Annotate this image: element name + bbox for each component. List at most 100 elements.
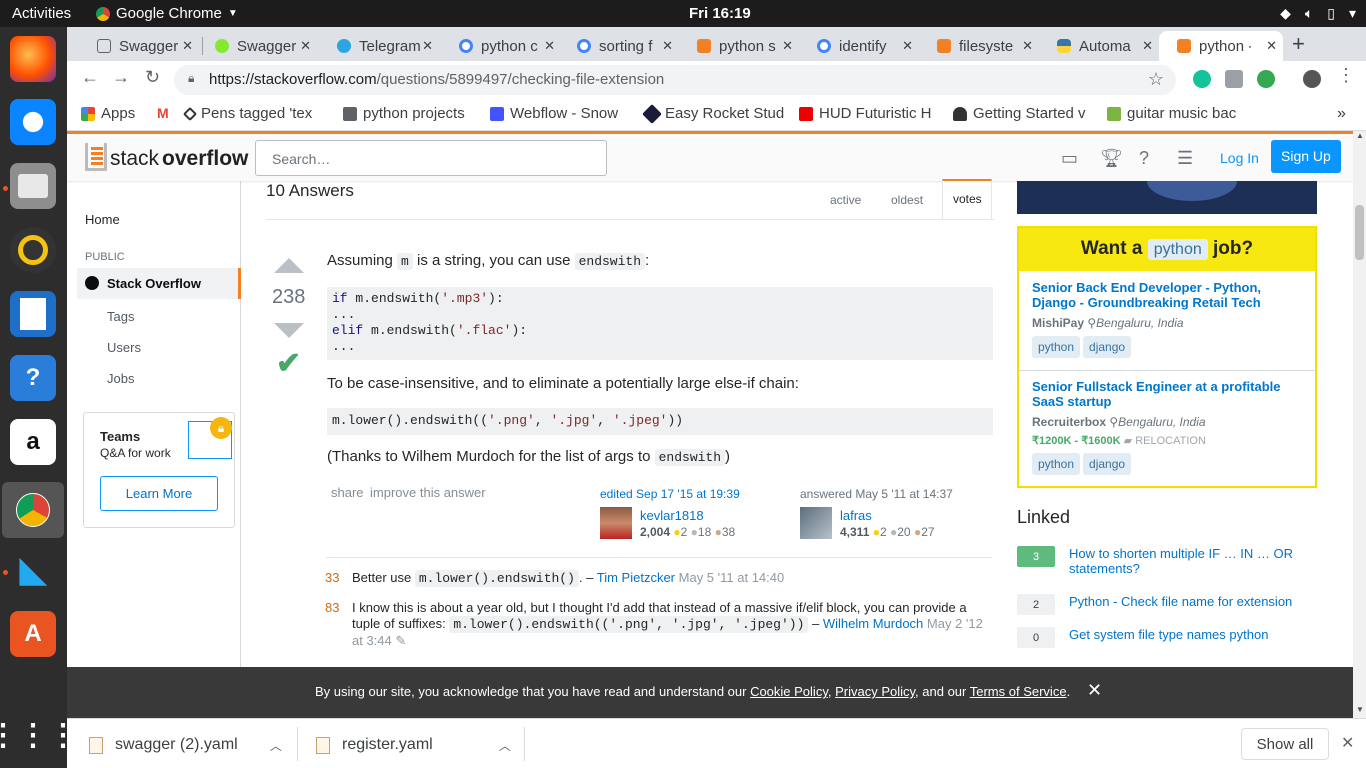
bookmark-python-projects[interactable]: python projects (343, 105, 465, 122)
login-button[interactable]: Log In (1210, 142, 1269, 174)
job-title[interactable]: Senior Fullstack Engineer at a profitabl… (1032, 379, 1302, 409)
tab[interactable]: Telegram ✕ (319, 31, 439, 61)
firefox-icon[interactable] (10, 36, 56, 82)
show-apps-icon[interactable]: ⋮⋮⋮ (0, 712, 78, 758)
sort-tab-votes[interactable]: votes (942, 179, 992, 219)
page-scrollbar[interactable]: ▲ ▼ (1353, 131, 1366, 718)
help-icon[interactable]: ? (10, 355, 56, 401)
linked-title[interactable]: How to shorten multiple IF … IN … OR sta… (1069, 546, 1309, 576)
site-switcher-icon[interactable]: ☰ (1177, 148, 1193, 169)
job-title[interactable]: Senior Back End Developer - Python, Djan… (1032, 280, 1302, 310)
avatar[interactable] (600, 507, 632, 539)
linked-title[interactable]: Python - Check file name for extension (1069, 594, 1292, 615)
improve-answer-link[interactable]: improve this answer (370, 485, 486, 500)
jobs-lang-tag[interactable]: python (1147, 239, 1208, 260)
tab[interactable]: python c ✕ (441, 31, 561, 61)
signup-button[interactable]: Sign Up (1271, 140, 1341, 173)
chrome-dock-icon[interactable] (2, 482, 64, 538)
tab[interactable]: Automa ✕ (1039, 31, 1159, 61)
nav-home[interactable]: Home (85, 212, 120, 227)
bookmark-rocket[interactable]: Easy Rocket Stud (642, 103, 784, 124)
avatar[interactable] (1303, 70, 1321, 88)
writer-icon[interactable] (10, 291, 56, 337)
files-icon[interactable] (10, 163, 56, 209)
vscode-icon[interactable]: ◣ (10, 547, 56, 593)
comment-user[interactable]: Wilhelm Murdoch (823, 616, 923, 631)
system-tray[interactable]: ◆ 🔈︎ ▯ ▾ (1280, 5, 1356, 22)
privacy-policy-link[interactable]: Privacy Policy (835, 684, 915, 699)
close-icon[interactable]: ✕ (1022, 38, 1033, 54)
nav-jobs[interactable]: Jobs (107, 371, 134, 386)
stackoverflow-logo[interactable]: stack overflow (85, 143, 248, 171)
clock[interactable]: Fri 16:19 (689, 5, 751, 22)
address-bar[interactable]: 🔒︎ https://stackoverflow.com/questions/5… (174, 65, 1176, 95)
bookmark-webflow[interactable]: Webflow - Snow (490, 105, 618, 122)
tag-python[interactable]: python (1032, 336, 1081, 358)
chevron-up-icon[interactable]: ︿ (270, 737, 282, 754)
forward-button[interactable]: → (112, 67, 130, 88)
trophy-icon[interactable]: 🏆︎ (1100, 148, 1123, 169)
edited-timestamp[interactable]: edited Sep 17 '15 at 19:39 (600, 487, 740, 501)
thunderbird-icon[interactable] (10, 99, 56, 145)
grammarly-icon[interactable] (1193, 70, 1211, 88)
show-all-button[interactable]: Show all (1241, 728, 1329, 760)
linked-title[interactable]: Get system file type names python (1069, 627, 1268, 648)
tab[interactable]: filesyste ✕ (919, 31, 1039, 61)
bookmark-guitar[interactable]: guitar music bac (1107, 105, 1236, 122)
close-icon[interactable]: ✕ (422, 38, 433, 54)
close-icon[interactable]: ✕ (902, 38, 913, 54)
tab[interactable]: identify ✕ (799, 31, 919, 61)
linked-item[interactable]: 2 Python - Check file name for extension (1017, 594, 1292, 615)
globe-extension-icon[interactable] (1257, 70, 1275, 88)
upvote-icon[interactable] (274, 258, 304, 273)
close-icon[interactable]: ✕ (662, 38, 673, 54)
close-icon[interactable]: ✕ (1266, 38, 1277, 54)
close-icon[interactable]: ✕ (782, 38, 793, 54)
close-icon[interactable]: ✕ (1142, 38, 1153, 54)
tab[interactable]: Swagger ✕ (79, 31, 199, 61)
tab[interactable]: Swagger ✕ (197, 31, 317, 61)
app-menu[interactable]: Google Chrome ▼ (96, 5, 238, 22)
back-button[interactable]: ← (81, 67, 99, 88)
comment-user[interactable]: Tim Pietzcker (597, 570, 675, 585)
scroll-up-icon[interactable]: ▲ (1356, 131, 1364, 140)
new-tab-button[interactable]: + (1292, 31, 1305, 57)
terms-link[interactable]: Terms of Service (970, 684, 1067, 699)
software-center-icon[interactable]: A (10, 611, 56, 657)
tab-active[interactable]: python - ✕ (1159, 31, 1283, 61)
rhythmbox-icon[interactable] (10, 227, 56, 273)
inbox-icon[interactable]: ▭ (1061, 148, 1078, 169)
download-item[interactable]: register.yaml ︿ (316, 731, 511, 759)
job-listing[interactable]: Senior Back End Developer - Python, Djan… (1032, 280, 1302, 358)
close-icon[interactable]: ✕ (300, 38, 311, 54)
bookmark-getting-started[interactable]: Getting Started v (953, 105, 1086, 122)
reload-button[interactable]: ↻ (145, 67, 160, 88)
bookmark-codepen[interactable]: Pens tagged 'tex (182, 105, 312, 122)
tag-python[interactable]: python (1032, 453, 1081, 475)
close-icon[interactable]: ✕ (1087, 680, 1102, 701)
nav-tags[interactable]: Tags (107, 309, 134, 324)
bookmark-hud[interactable]: HUD Futuristic H (799, 105, 932, 122)
tab[interactable]: python s ✕ (679, 31, 799, 61)
chevron-up-icon[interactable]: ︿ (499, 737, 511, 754)
cookie-policy-link[interactable]: Cookie Policy (750, 684, 828, 699)
linked-item[interactable]: 3 How to shorten multiple IF … IN … OR st… (1017, 546, 1317, 576)
share-link[interactable]: share (331, 485, 364, 500)
bookmark-star-icon[interactable]: ☆ (1148, 69, 1164, 90)
sort-tab-active[interactable]: active (830, 193, 861, 232)
nav-users[interactable]: Users (107, 340, 141, 355)
bookmark-apps[interactable]: Apps (81, 105, 135, 122)
shield-extension-icon[interactable] (1225, 70, 1243, 88)
amazon-icon[interactable]: a (10, 419, 56, 465)
download-item[interactable]: swagger (2).yaml ︿ (89, 731, 282, 759)
activities-button[interactable]: Activities (12, 5, 71, 22)
sort-tab-oldest[interactable]: oldest (891, 193, 923, 232)
close-icon[interactable]: ✕ (1341, 733, 1354, 753)
editor-name[interactable]: kevlar1818 (640, 508, 704, 523)
tag-django[interactable]: django (1083, 453, 1132, 475)
nav-stackoverflow[interactable]: Stack Overflow (77, 268, 241, 299)
bookmark-gmail[interactable]: M (157, 105, 171, 121)
job-listing[interactable]: Senior Fullstack Engineer at a profitabl… (1032, 379, 1302, 475)
downvote-icon[interactable] (274, 323, 304, 338)
linked-item[interactable]: 0 Get system file type names python (1017, 627, 1268, 648)
